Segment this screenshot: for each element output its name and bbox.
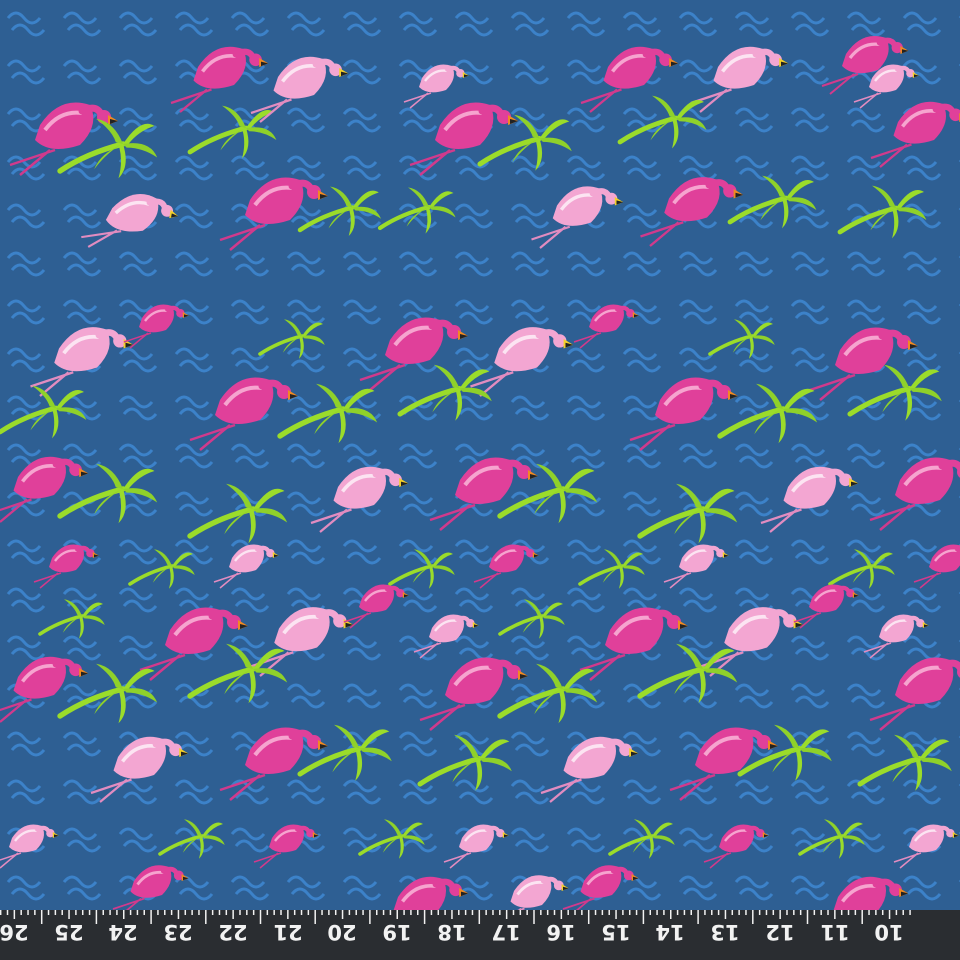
ruler-number: 10 [874,920,904,944]
ruler-number: 11 [819,920,850,944]
flamingo-palm-fabric-print [0,0,960,910]
ruler-number: 14 [655,920,686,944]
ruler-number: 26 [0,920,29,944]
ruler-number: 15 [601,920,631,944]
ruler-number: 21 [272,920,303,944]
ruler-number: 16 [546,920,576,944]
ruler-number: 17 [491,920,521,944]
measuring-ruler: 26 25 24 23 22 21 20 19 18 17 16 15 14 13 12 11 10 [0,910,960,960]
ruler-number: 12 [765,920,795,944]
ruler-number: 22 [218,920,248,944]
ruler-number: 20 [327,920,357,944]
ruler-number: 25 [54,920,84,944]
ruler-number: 18 [436,920,467,944]
ruler-number: 23 [163,920,193,944]
ruler-number: 24 [108,920,139,944]
ruler-number: 13 [710,920,740,944]
ruler-number: 19 [382,920,412,944]
